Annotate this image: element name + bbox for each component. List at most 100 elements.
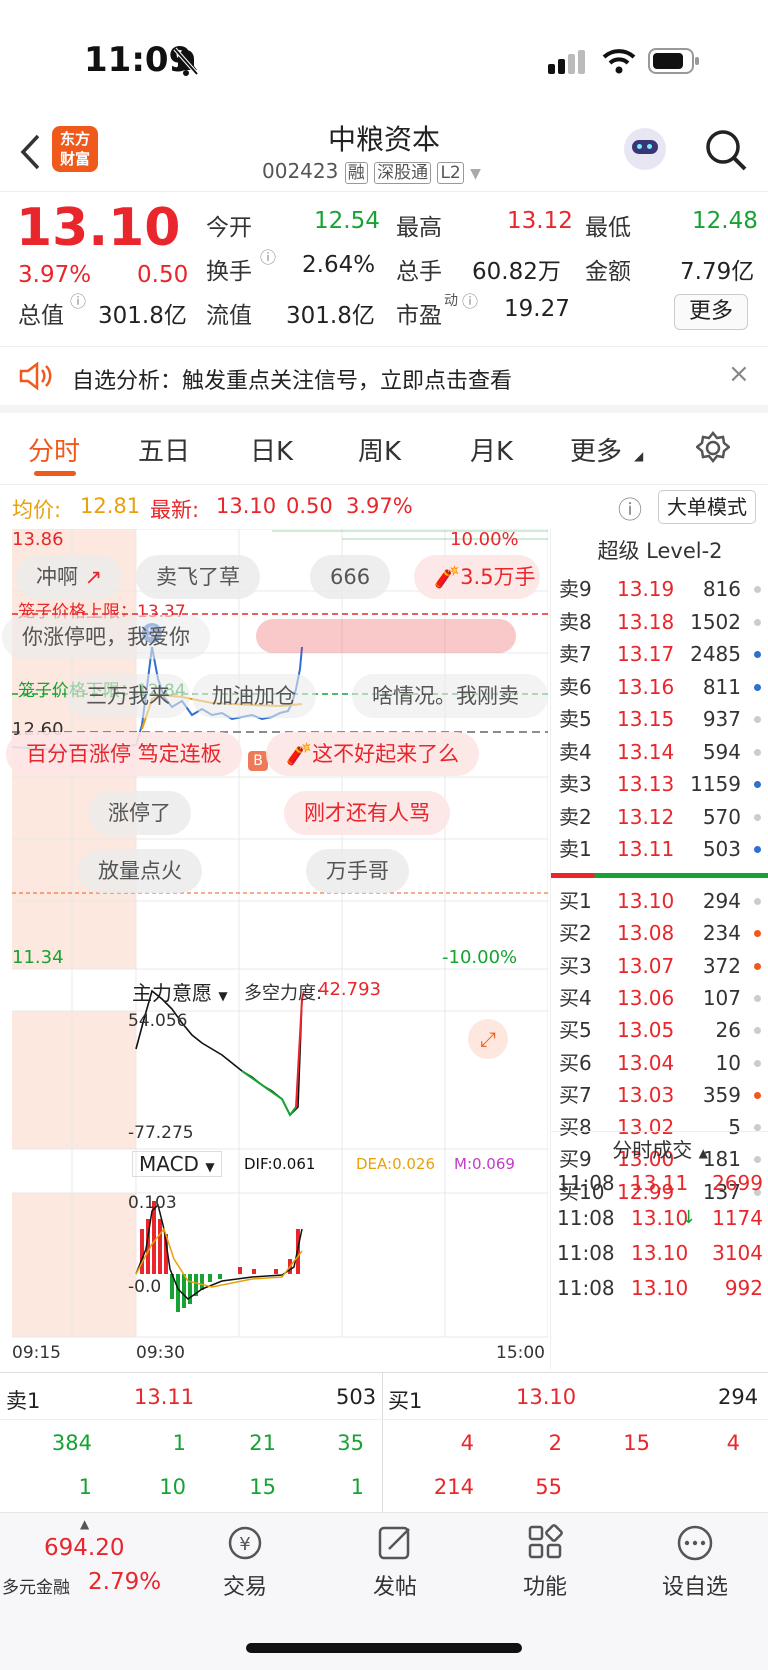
help-icon[interactable]: ⓘ <box>618 490 642 525</box>
bid-row[interactable]: 买7 13.03 359 <box>551 1079 768 1111</box>
bid-row[interactable]: 买2 13.08 234 <box>551 917 768 949</box>
comment-bubble[interactable]: 冲啊 ↗ <box>16 555 123 599</box>
comment-bubble[interactable]: 三万我来 <box>66 674 190 718</box>
macd-selector[interactable]: MACD ▼ <box>132 1151 222 1177</box>
bid-level: 买1 <box>559 889 592 913</box>
tab-monthly[interactable]: 月K <box>470 431 513 468</box>
turnover-label: 换手 <box>206 259 252 285</box>
volume-value: 60.82万 <box>472 259 561 285</box>
comment-bubble[interactable]: 你涨停吧，我爱你 <box>2 615 210 659</box>
bid-queue-item: 4 <box>460 1431 474 1455</box>
ask-volume: 1502 <box>690 609 741 634</box>
comment-bubble[interactable]: 加油加仓 <box>192 674 316 718</box>
bid-row[interactable]: 买3 13.07 372 <box>551 950 768 982</box>
ind1-top: 54.056 <box>128 1011 188 1031</box>
notice-text: 自选分析：触发重点关注信号，立即点击查看 <box>72 369 513 394</box>
stock-subtitle[interactable]: 002423 融 深股通 L2 ▼ <box>262 158 481 184</box>
macd-m: M:0.069 <box>454 1155 515 1173</box>
ask-volume: 570 <box>702 804 741 829</box>
comment-bubble[interactable]: 涨停了 <box>88 791 191 835</box>
ask-level: 卖8 <box>559 609 592 634</box>
ask-row[interactable]: 卖8 13.18 1502 <box>551 606 768 638</box>
buy-marker[interactable]: B <box>248 751 268 771</box>
status-dot <box>754 898 761 905</box>
ask-row[interactable]: 卖5 13.15 937 <box>551 703 768 735</box>
tab-more[interactable]: 更多 <box>570 431 622 468</box>
more-button[interactable]: 更多 <box>674 294 748 330</box>
nav-functions[interactable]: 功能 <box>490 1523 600 1601</box>
intraday-chart-panel[interactable]: 13.86 10.00% 11.34 -10.00% 12.60 笼子价格上限：… <box>2 529 548 1369</box>
comment-bubble-hot[interactable]: 🧨3.5万手 <box>414 555 540 599</box>
low-value: 12.48 <box>692 208 758 234</box>
ask-row[interactable]: 卖7 13.17 2485 <box>551 638 768 670</box>
info-icon[interactable]: ⓘ <box>70 288 86 312</box>
chg-value: 0.50 <box>286 494 333 518</box>
bid-ask-divider <box>551 873 768 878</box>
nav-trade[interactable]: ¥ 交易 <box>190 1523 300 1601</box>
ticks-header[interactable]: 分时成交 ▲ <box>551 1131 768 1163</box>
ask1-price: 13.11 <box>134 1385 195 1409</box>
dropdown-caret-icon: ▼ <box>470 166 481 182</box>
close-icon[interactable]: × <box>728 359 750 389</box>
tab-intraday[interactable]: 分时 <box>28 431 80 468</box>
info-line: 均价: 12.81 最新: 13.10 0.50 3.97% ⓘ 大单模式 <box>0 486 768 528</box>
notice-bar[interactable]: 自选分析：触发重点关注信号，立即点击查看 × <box>0 347 768 413</box>
fcap-label: 流值 <box>206 303 252 329</box>
comment-bubble[interactable]: 啥情况。我刚卖 <box>352 674 548 718</box>
bid-volume: 26 <box>715 1018 741 1043</box>
comment-bubble-hot[interactable]: 🧨这不好起来了么 <box>266 732 480 776</box>
status-dot <box>754 846 761 853</box>
open-value: 12.54 <box>314 208 380 234</box>
time-start: 09:15 <box>12 1343 61 1363</box>
tab-daily[interactable]: 日K <box>250 431 293 468</box>
search-icon[interactable] <box>704 128 748 172</box>
pe-label: 市盈 <box>396 303 442 329</box>
bid-row[interactable]: 买6 13.04 10 <box>551 1047 768 1079</box>
status-dot <box>754 930 761 938</box>
comment-bubble[interactable]: 666 <box>310 555 391 599</box>
ask-row[interactable]: 卖6 13.16 811 <box>551 671 768 703</box>
expand-icon[interactable]: ⤢ <box>468 1019 508 1059</box>
status-bar: 11:09 <box>0 0 768 110</box>
tag-level2: L2 <box>437 162 464 184</box>
tab-5day[interactable]: 五日 <box>138 431 190 468</box>
bid-row[interactable]: 买5 13.05 26 <box>551 1014 768 1046</box>
ask-row[interactable]: 卖1 13.11 503 <box>551 833 768 865</box>
nav-add-watchlist[interactable]: 设自选 <box>640 1523 750 1601</box>
ask-row[interactable]: 卖4 13.14 594 <box>551 736 768 768</box>
comment-bubble-hot[interactable]: 刚才还有人骂 <box>284 791 450 835</box>
ask-row[interactable]: 卖3 13.13 1159 <box>551 768 768 800</box>
high-label: 最高 <box>396 215 442 241</box>
index-value[interactable]: 694.20 <box>44 1535 124 1561</box>
info-icon[interactable]: ⓘ <box>462 288 478 312</box>
indicator-selector[interactable]: 主力意愿 ▼ <box>132 977 228 1006</box>
tab-weekly[interactable]: 周K <box>358 431 401 468</box>
orderbook-title[interactable]: 超级 Level-2 <box>551 535 768 565</box>
bid-volume: 234 <box>702 921 741 946</box>
nav-post[interactable]: 发帖 <box>340 1523 450 1601</box>
avg-value: 12.81 <box>80 494 141 518</box>
gear-icon[interactable] <box>696 431 730 465</box>
comment-bubble[interactable]: 卖飞了草 <box>136 555 260 599</box>
bid-row[interactable]: 买4 13.06 107 <box>551 982 768 1014</box>
bid1-volume: 294 <box>718 1385 759 1409</box>
stock-code: 002423 <box>262 159 339 183</box>
caret-up-icon: ▲ <box>698 1146 708 1160</box>
order-book[interactable]: 超级 Level-2 卖9 13.19 816 卖8 13.18 1502 卖7 13.17 2… <box>550 529 768 1369</box>
ind1-extra-value: 42.793 <box>318 979 381 1000</box>
bid-volume: 107 <box>702 985 741 1010</box>
info-icon[interactable]: ⓘ <box>260 244 276 268</box>
ask-row[interactable]: 卖9 13.19 816 <box>551 573 768 605</box>
bid1-price: 13.10 <box>516 1385 577 1409</box>
bid-row[interactable]: 买1 13.10 294 <box>551 885 768 917</box>
wifi-icon <box>602 49 636 74</box>
comment-bubble-hot[interactable]: 百分百涨停 笃定连板 <box>6 732 242 776</box>
status-dot <box>754 813 761 821</box>
robot-assistant-icon[interactable] <box>624 128 666 170</box>
index-name[interactable]: 多元金融 <box>2 1573 70 1598</box>
big-order-mode-button[interactable]: 大单模式 <box>658 490 756 524</box>
comment-bubble[interactable]: 万手哥 <box>306 849 409 893</box>
ask-queue-item: 1 <box>172 1431 186 1455</box>
comment-bubble[interactable]: 放量点火 <box>78 849 202 893</box>
ask-row[interactable]: 卖2 13.12 570 <box>551 801 768 833</box>
